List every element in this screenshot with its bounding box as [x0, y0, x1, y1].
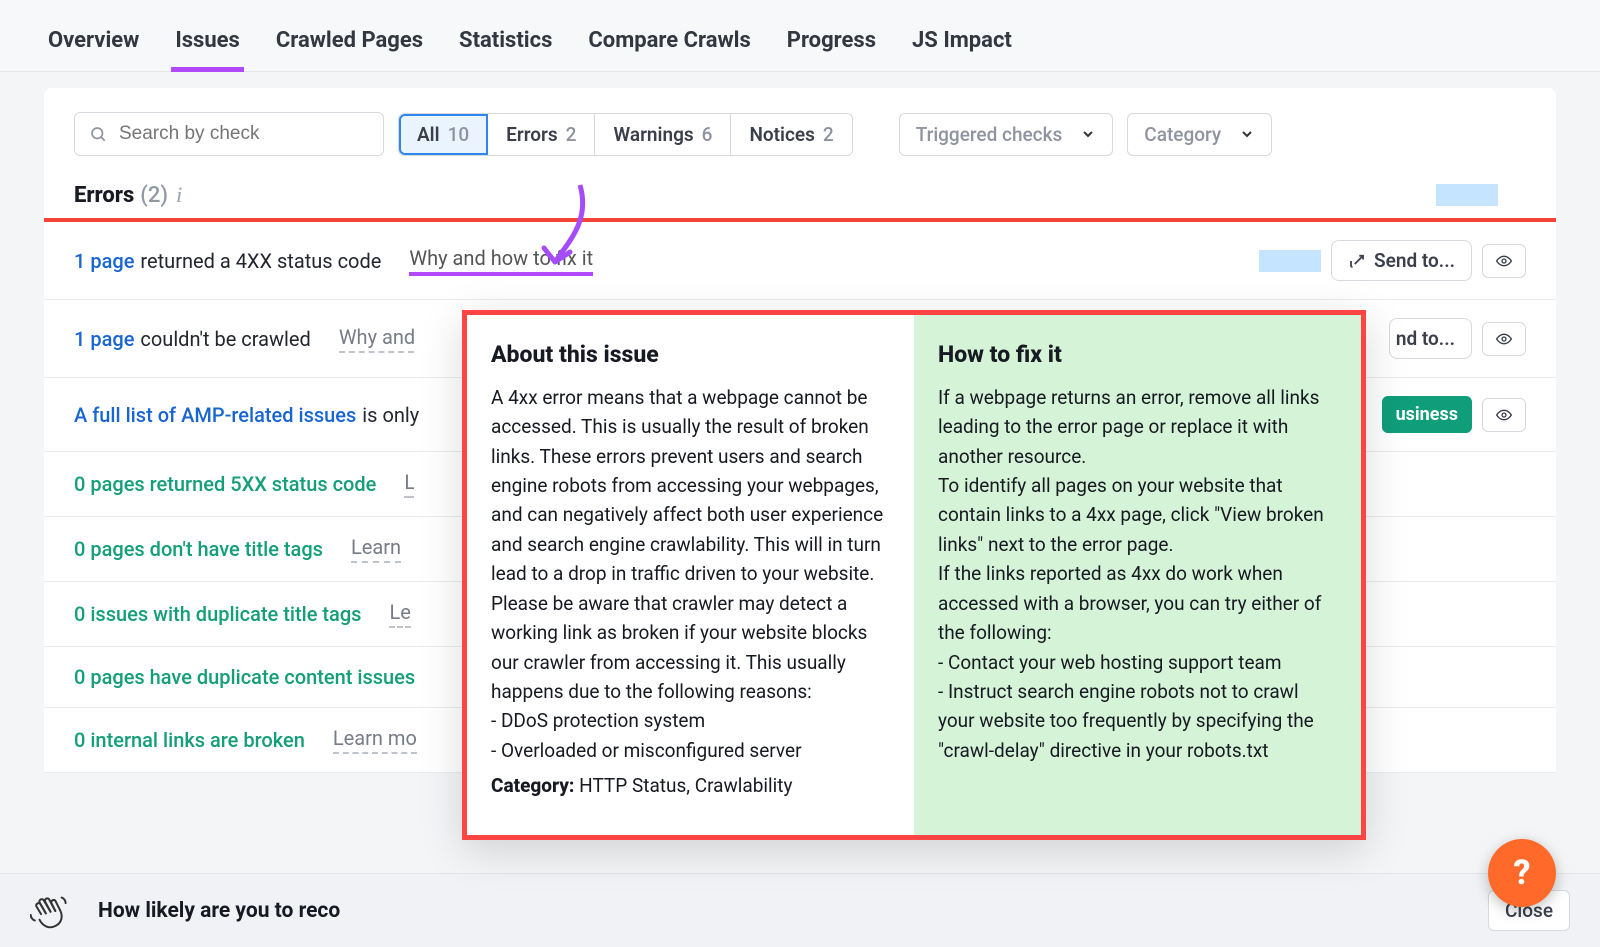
filter-errors[interactable]: Errors 2	[488, 114, 595, 155]
issue-link[interactable]: 1 page	[74, 249, 134, 273]
filter-warnings-label: Warnings	[613, 123, 693, 146]
filter-all-label: All	[417, 123, 440, 146]
search-icon	[89, 125, 107, 143]
issue-link[interactable]: 0 pages don't have title tags	[74, 537, 323, 561]
about-column: About this issue A 4xx error means that …	[467, 315, 914, 835]
why-link[interactable]: Why and how to fix it	[409, 246, 593, 276]
toggle-visibility-button[interactable]	[1482, 244, 1526, 278]
highlight-placeholder	[1259, 250, 1321, 272]
toggle-visibility-button[interactable]	[1482, 322, 1526, 356]
share-icon	[1348, 252, 1366, 270]
tab-crawled-pages[interactable]: Crawled Pages	[272, 18, 427, 71]
highlight-placeholder	[1436, 184, 1498, 206]
eye-icon	[1493, 253, 1515, 269]
eye-icon	[1493, 331, 1515, 347]
issue-link[interactable]: 0 pages have duplicate content issues	[74, 665, 415, 689]
issue-text: returned a 4XX status code	[140, 249, 381, 273]
filter-notices[interactable]: Notices 2	[731, 114, 851, 155]
toggle-visibility-button[interactable]	[1482, 398, 1526, 432]
filter-warnings[interactable]: Warnings 6	[595, 114, 731, 155]
issue-popover: About this issue A 4xx error means that …	[462, 310, 1366, 840]
why-link[interactable]: Learn	[351, 535, 401, 563]
send-to-button[interactable]: Send to...	[1331, 240, 1472, 281]
eye-icon	[1493, 407, 1515, 423]
why-link[interactable]: L	[404, 470, 414, 498]
filter-group: All 10 Errors 2 Warnings 6 Notices 2	[398, 113, 853, 156]
filter-all[interactable]: All 10	[399, 114, 488, 155]
issue-link[interactable]: 0 internal links are broken	[74, 728, 305, 752]
about-title: About this issue	[491, 337, 890, 373]
filter-notices-label: Notices	[749, 123, 814, 146]
feedback-bar: How likely are you to reco Close	[0, 873, 1600, 947]
filter-all-count: 10	[448, 123, 470, 146]
business-badge: usiness	[1382, 396, 1472, 433]
feedback-text: How likely are you to reco	[98, 899, 340, 923]
issue-link[interactable]: 0 issues with duplicate title tags	[74, 602, 361, 626]
help-fab[interactable]: ?	[1488, 839, 1556, 907]
why-link[interactable]: Why and how to fix it	[339, 325, 414, 353]
errors-section-header: Errors (2) i	[44, 180, 1556, 218]
category-line: Category: HTTP Status, Crawlability	[491, 771, 890, 800]
issue-row[interactable]: 1 page returned a 4XX status code Why an…	[44, 222, 1556, 300]
category-dropdown[interactable]: Category	[1127, 113, 1272, 156]
fix-column: How to fix it If a webpage returns an er…	[914, 315, 1361, 835]
category-label: Category:	[491, 774, 574, 797]
filter-notices-count: 2	[823, 123, 834, 146]
errors-count: (2)	[140, 183, 168, 208]
errors-title: Errors	[74, 183, 134, 208]
issue-link[interactable]: 0 pages returned 5XX status code	[74, 472, 376, 496]
fix-title: How to fix it	[938, 337, 1337, 373]
tabs: Overview Issues Crawled Pages Statistics…	[0, 0, 1600, 72]
chevron-down-icon	[1239, 126, 1255, 142]
tab-issues[interactable]: Issues	[171, 18, 244, 71]
fix-body: If a webpage returns an error, remove al…	[938, 383, 1337, 766]
tab-statistics[interactable]: Statistics	[455, 18, 556, 71]
filter-errors-count: 2	[566, 123, 577, 146]
category-value: HTTP Status, Crawlability	[574, 774, 792, 797]
issue-text: is only	[362, 403, 419, 427]
tab-js-impact[interactable]: JS Impact	[908, 18, 1016, 71]
triggered-checks-label: Triggered checks	[916, 123, 1063, 146]
category-label: Category	[1144, 123, 1221, 146]
tab-compare-crawls[interactable]: Compare Crawls	[584, 18, 754, 71]
triggered-checks-dropdown[interactable]: Triggered checks	[899, 113, 1114, 156]
send-to-button[interactable]: nd to...	[1389, 318, 1472, 359]
issue-link[interactable]: 1 page	[74, 327, 134, 351]
chevron-down-icon	[1080, 126, 1096, 142]
about-body: A 4xx error means that a webpage cannot …	[491, 383, 890, 766]
issue-text: couldn't be crawled	[140, 327, 310, 351]
why-link[interactable]: Le	[389, 600, 410, 628]
tab-progress[interactable]: Progress	[783, 18, 880, 71]
issue-link[interactable]: A full list of AMP-related issues	[74, 403, 356, 427]
toolbar: All 10 Errors 2 Warnings 6 Notices 2 Tri…	[44, 108, 1556, 180]
filter-warnings-count: 6	[702, 123, 713, 146]
wave-icon	[30, 892, 68, 930]
tab-overview[interactable]: Overview	[44, 18, 143, 71]
info-icon[interactable]: i	[176, 182, 182, 208]
search-input[interactable]	[117, 122, 369, 146]
search-input-wrapper[interactable]	[74, 112, 384, 156]
send-to-label: Send to...	[1374, 249, 1455, 272]
why-link[interactable]: Learn mo	[333, 726, 417, 754]
send-to-label: nd to...	[1396, 327, 1455, 350]
filter-errors-label: Errors	[506, 123, 558, 146]
